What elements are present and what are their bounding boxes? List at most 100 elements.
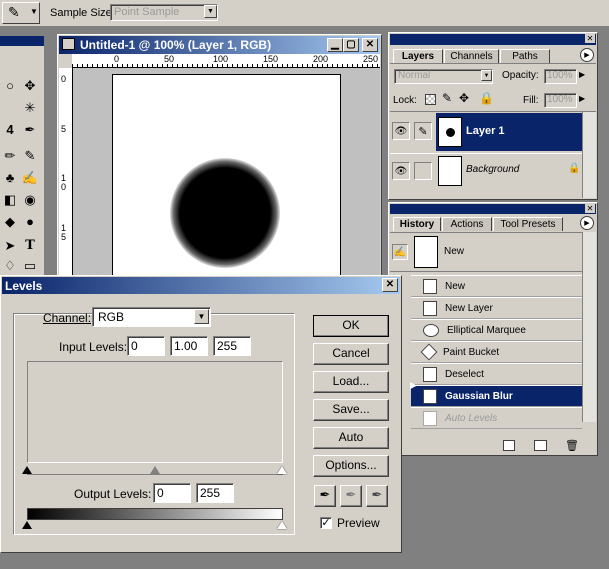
input-white-field[interactable]: 255	[213, 336, 251, 356]
fill-field[interactable]: 100%	[544, 93, 577, 108]
history-scrollbar[interactable]	[582, 232, 596, 422]
history-state-new-layer[interactable]: New Layer	[411, 297, 582, 319]
tab-layers[interactable]: Layers	[393, 49, 443, 63]
sample-size-select[interactable]: Point Sample ▼	[110, 4, 218, 21]
bucket-tool-icon[interactable]: ◉	[20, 190, 40, 210]
bucket-icon	[420, 343, 438, 361]
layers-scrollbar[interactable]	[582, 112, 596, 198]
tool-preset-picker[interactable]: ✎ ▼	[2, 2, 40, 24]
history-snapshot-row[interactable]: ✍ New	[390, 232, 582, 272]
channel-select[interactable]: RGB ▼	[92, 307, 211, 327]
lasso-tool-icon[interactable]: ○	[0, 76, 20, 96]
history-brush-icon[interactable]: ✍	[20, 168, 40, 188]
snapshot-brush-icon[interactable]: ✍	[392, 244, 408, 260]
output-white-slider[interactable]	[277, 521, 287, 529]
move-tool-icon[interactable]: ✥	[20, 76, 40, 96]
stamp-tool-icon[interactable]: ♣	[0, 168, 20, 188]
dodge-tool-icon[interactable]: ●	[20, 212, 40, 232]
layer-row-background[interactable]: 👁 Background 🔒	[390, 153, 582, 189]
output-black-field[interactable]: 0	[153, 483, 191, 503]
brush-link-icon[interactable]: ✎	[414, 122, 432, 140]
new-snapshot-icon[interactable]	[534, 440, 547, 451]
lock-move-icon[interactable]: ✥	[459, 91, 469, 105]
lock-transparency-icon[interactable]	[425, 94, 436, 105]
input-slider-track[interactable]	[22, 466, 287, 475]
layers-panel-titlebar[interactable]: ✕	[390, 34, 596, 45]
pencil-tool-icon[interactable]: ✎	[20, 146, 40, 166]
opacity-arrow-icon[interactable]: ▶	[579, 70, 585, 79]
eraser-tool-icon[interactable]: ◧	[0, 190, 20, 210]
history-state-elliptical-marquee[interactable]: Elliptical Marquee	[411, 319, 582, 341]
panel-menu-button[interactable]: ▶	[580, 48, 594, 62]
trash-icon[interactable]: 🗑	[565, 439, 579, 452]
magic-wand-icon[interactable]: ✳	[20, 98, 40, 118]
path-select-icon[interactable]: ➤	[0, 236, 20, 256]
load-button[interactable]: Load...	[313, 371, 389, 393]
preview-checkbox[interactable]: ✓	[320, 517, 332, 529]
options-button[interactable]: Options...	[313, 455, 389, 477]
panel-close-button[interactable]: ✕	[585, 204, 595, 213]
blend-mode-select[interactable]: Normal ▼	[394, 69, 493, 84]
slice-tool-icon[interactable]: ✒	[20, 120, 40, 140]
type-tool-icon[interactable]: T	[20, 236, 40, 256]
chevron-down-icon: ▼	[30, 7, 38, 16]
panel-close-button[interactable]: ✕	[585, 34, 595, 43]
layer-link-slot[interactable]	[414, 162, 432, 180]
white-eyedropper-button[interactable]: ✒	[366, 485, 388, 507]
cancel-button[interactable]: Cancel	[313, 343, 389, 365]
maximize-button[interactable]: ▢	[343, 38, 359, 52]
minimize-button[interactable]: ▁	[327, 38, 343, 52]
input-gamma-field[interactable]: 1.00	[170, 336, 208, 356]
auto-button[interactable]: Auto	[313, 427, 389, 449]
layer-row-layer-1[interactable]: 👁 ✎ Layer 1	[390, 113, 582, 151]
levels-titlebar[interactable]: Levels ✕	[2, 277, 400, 294]
canvas[interactable]	[112, 74, 341, 283]
document-icon	[423, 300, 437, 316]
tab-tool-presets[interactable]: Tool Presets	[493, 217, 563, 231]
fill-label: Fill:	[523, 95, 539, 106]
tab-history[interactable]: History	[393, 217, 441, 231]
brush-tool-icon[interactable]: ✏	[0, 146, 20, 166]
lock-icon: 🔒	[568, 163, 581, 174]
lock-paint-icon[interactable]: ✎	[442, 91, 452, 105]
new-document-from-state-icon[interactable]	[503, 440, 515, 451]
history-state-new[interactable]: New	[411, 275, 582, 297]
input-gamma-slider[interactable]	[150, 466, 160, 474]
history-state-label: New Layer	[445, 303, 493, 314]
blur-tool-icon[interactable]: ◆	[0, 212, 20, 232]
close-button[interactable]: ✕	[382, 278, 398, 292]
tab-paths[interactable]: Paths	[500, 49, 550, 63]
document-titlebar[interactable]: Untitled-1 @ 100% (Layer 1, RGB) ▁ ▢ ✕	[59, 36, 380, 54]
chevron-down-icon[interactable]: ▼	[194, 309, 209, 324]
ok-button[interactable]: OK	[313, 315, 389, 337]
layers-list: 👁 ✎ Layer 1 👁 Background 🔒	[390, 111, 596, 199]
history-state-gaussian-blur[interactable]: Gaussian Blur	[411, 385, 582, 407]
close-button[interactable]: ✕	[362, 38, 378, 52]
panel-menu-button[interactable]: ▶	[580, 216, 594, 230]
tab-actions[interactable]: Actions	[442, 217, 492, 231]
options-bar: ✎ ▼ Sample Size: Point Sample ▼	[0, 0, 609, 27]
eye-icon[interactable]: 👁	[392, 122, 410, 140]
output-white-field[interactable]: 255	[196, 483, 234, 503]
gray-eyedropper-button[interactable]: ✒	[340, 485, 362, 507]
history-state-auto-levels[interactable]: Auto Levels	[411, 407, 582, 429]
input-white-slider[interactable]	[277, 466, 287, 474]
pen-tool-icon[interactable]: ♢	[0, 256, 20, 276]
save-button[interactable]: Save...	[313, 399, 389, 421]
crop-tool-icon[interactable]: 4	[0, 120, 20, 140]
black-eyedropper-button[interactable]: ✒	[314, 485, 336, 507]
input-black-field[interactable]: 0	[127, 336, 165, 356]
output-black-slider[interactable]	[22, 521, 32, 529]
output-slider-track[interactable]	[22, 521, 287, 530]
ruler-v-label: 5	[61, 124, 67, 134]
eye-icon[interactable]: 👁	[392, 162, 410, 180]
tab-channels[interactable]: Channels	[444, 49, 499, 63]
fill-arrow-icon[interactable]: ▶	[579, 94, 585, 103]
history-state-paint-bucket[interactable]: Paint Bucket	[411, 341, 582, 363]
input-black-slider[interactable]	[22, 466, 32, 474]
opacity-field[interactable]: 100%	[544, 69, 577, 84]
history-panel-titlebar[interactable]: ✕	[390, 204, 596, 214]
lock-all-icon[interactable]: 🔒	[479, 91, 494, 105]
shape-tool-icon[interactable]: ▭	[20, 256, 40, 276]
history-state-deselect[interactable]: Deselect	[411, 363, 582, 385]
